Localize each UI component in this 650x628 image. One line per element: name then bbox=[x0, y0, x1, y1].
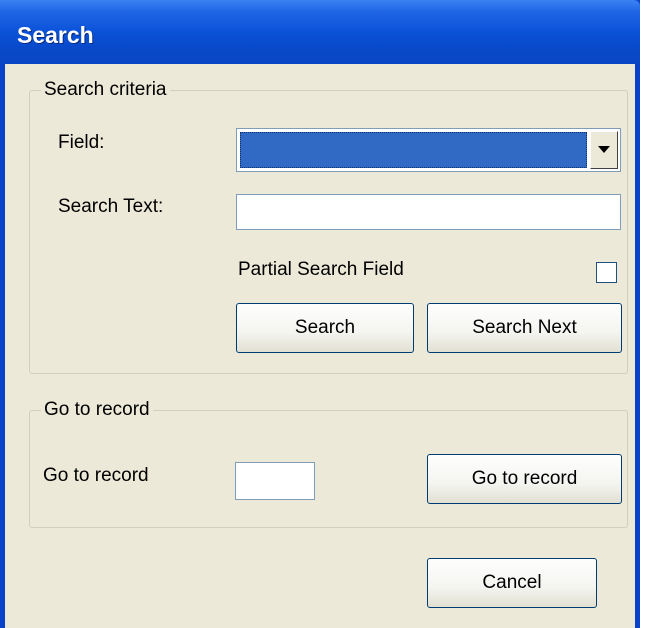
cancel-button[interactable]: Cancel bbox=[427, 558, 597, 608]
title-bar[interactable]: Search bbox=[0, 0, 640, 64]
search-text-input[interactable] bbox=[236, 194, 621, 230]
search-button[interactable]: Search bbox=[236, 303, 414, 353]
search-criteria-group: Search criteria Field: Search Text: Part… bbox=[29, 79, 628, 374]
chevron-down-icon bbox=[598, 146, 610, 153]
go-to-record-label: Go to record bbox=[43, 465, 149, 486]
field-selected-value bbox=[240, 132, 587, 168]
dialog-title: Search bbox=[17, 22, 94, 48]
go-to-record-legend: Go to record bbox=[41, 399, 153, 421]
dropdown-button[interactable] bbox=[590, 131, 618, 169]
go-to-record-group: Go to record Go to record Go to record bbox=[29, 399, 628, 528]
search-criteria-legend: Search criteria bbox=[41, 79, 170, 101]
search-next-button[interactable]: Search Next bbox=[427, 303, 622, 353]
go-to-record-button[interactable]: Go to record bbox=[427, 454, 622, 504]
partial-search-checkbox[interactable] bbox=[596, 262, 617, 283]
field-dropdown[interactable] bbox=[236, 128, 621, 172]
search-text-label: Search Text: bbox=[58, 196, 164, 217]
field-label: Field: bbox=[58, 132, 105, 153]
dialog-body: Search criteria Field: Search Text: Part… bbox=[5, 64, 635, 628]
partial-search-field-label: Partial Search Field bbox=[238, 259, 404, 280]
search-dialog: Search Search criteria Field: Search Tex… bbox=[0, 0, 640, 628]
record-number-input[interactable] bbox=[235, 462, 315, 500]
